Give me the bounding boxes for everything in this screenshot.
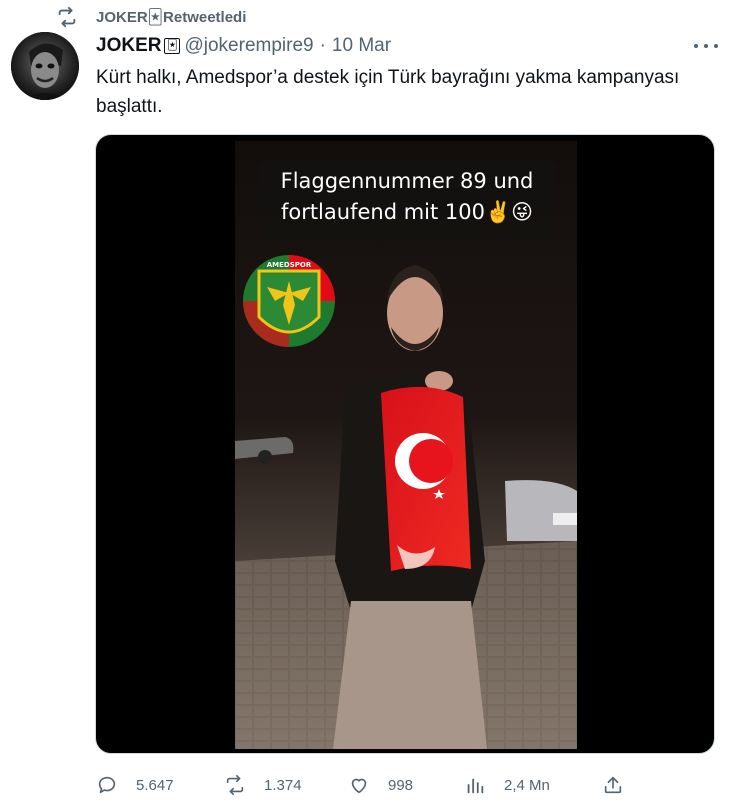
tweet-media[interactable]: AMEDSPOR Flaggennummer 89 und fortlaufen… bbox=[95, 134, 715, 754]
like-icon bbox=[351, 778, 367, 794]
tweet-header: JOKER 🃏 @jokerempire9 · 10 Mar bbox=[96, 34, 722, 58]
views-icon bbox=[467, 778, 484, 794]
reply-count: 5.647 bbox=[136, 776, 174, 794]
tweet-text: Kürt halkı, Amedspor’a destek için Türk … bbox=[96, 67, 680, 117]
user-handle[interactable]: @jokerempire9 bbox=[184, 35, 313, 57]
reply-button[interactable]: 5.647 bbox=[96, 774, 174, 796]
badge-icon: 🃏 bbox=[164, 38, 181, 54]
separator: · bbox=[319, 35, 326, 56]
like-count: 998 bbox=[388, 776, 414, 794]
retweet-banner-text[interactable]: JOKER🃏Retweetledi bbox=[96, 8, 246, 26]
share-button[interactable] bbox=[602, 774, 624, 796]
more-icon[interactable] bbox=[694, 36, 718, 56]
share-icon bbox=[604, 776, 622, 794]
retweet-icon bbox=[226, 775, 244, 795]
retweet-count: 1.374 bbox=[264, 776, 302, 794]
avatar[interactable] bbox=[11, 32, 79, 100]
reply-icon bbox=[98, 776, 116, 794]
retweet-icon bbox=[56, 6, 78, 32]
action-bar: 5.647 1.374 998 2,4 Mn bbox=[96, 770, 636, 800]
retweet-banner[interactable]: JOKER🃏Retweetledi bbox=[56, 6, 246, 28]
display-name[interactable]: JOKER bbox=[96, 35, 161, 57]
timestamp[interactable]: 10 Mar bbox=[332, 35, 391, 57]
like-button[interactable]: 998 bbox=[348, 774, 413, 796]
logo-text: AMEDSPOR bbox=[267, 261, 312, 269]
video-caption: Flaggennummer 89 und fortlaufend mit 100… bbox=[259, 160, 555, 238]
view-count: 2,4 Mn bbox=[504, 776, 550, 794]
views-button[interactable]: 2,4 Mn bbox=[464, 774, 550, 796]
retweet-button[interactable]: 1.374 bbox=[224, 774, 302, 796]
